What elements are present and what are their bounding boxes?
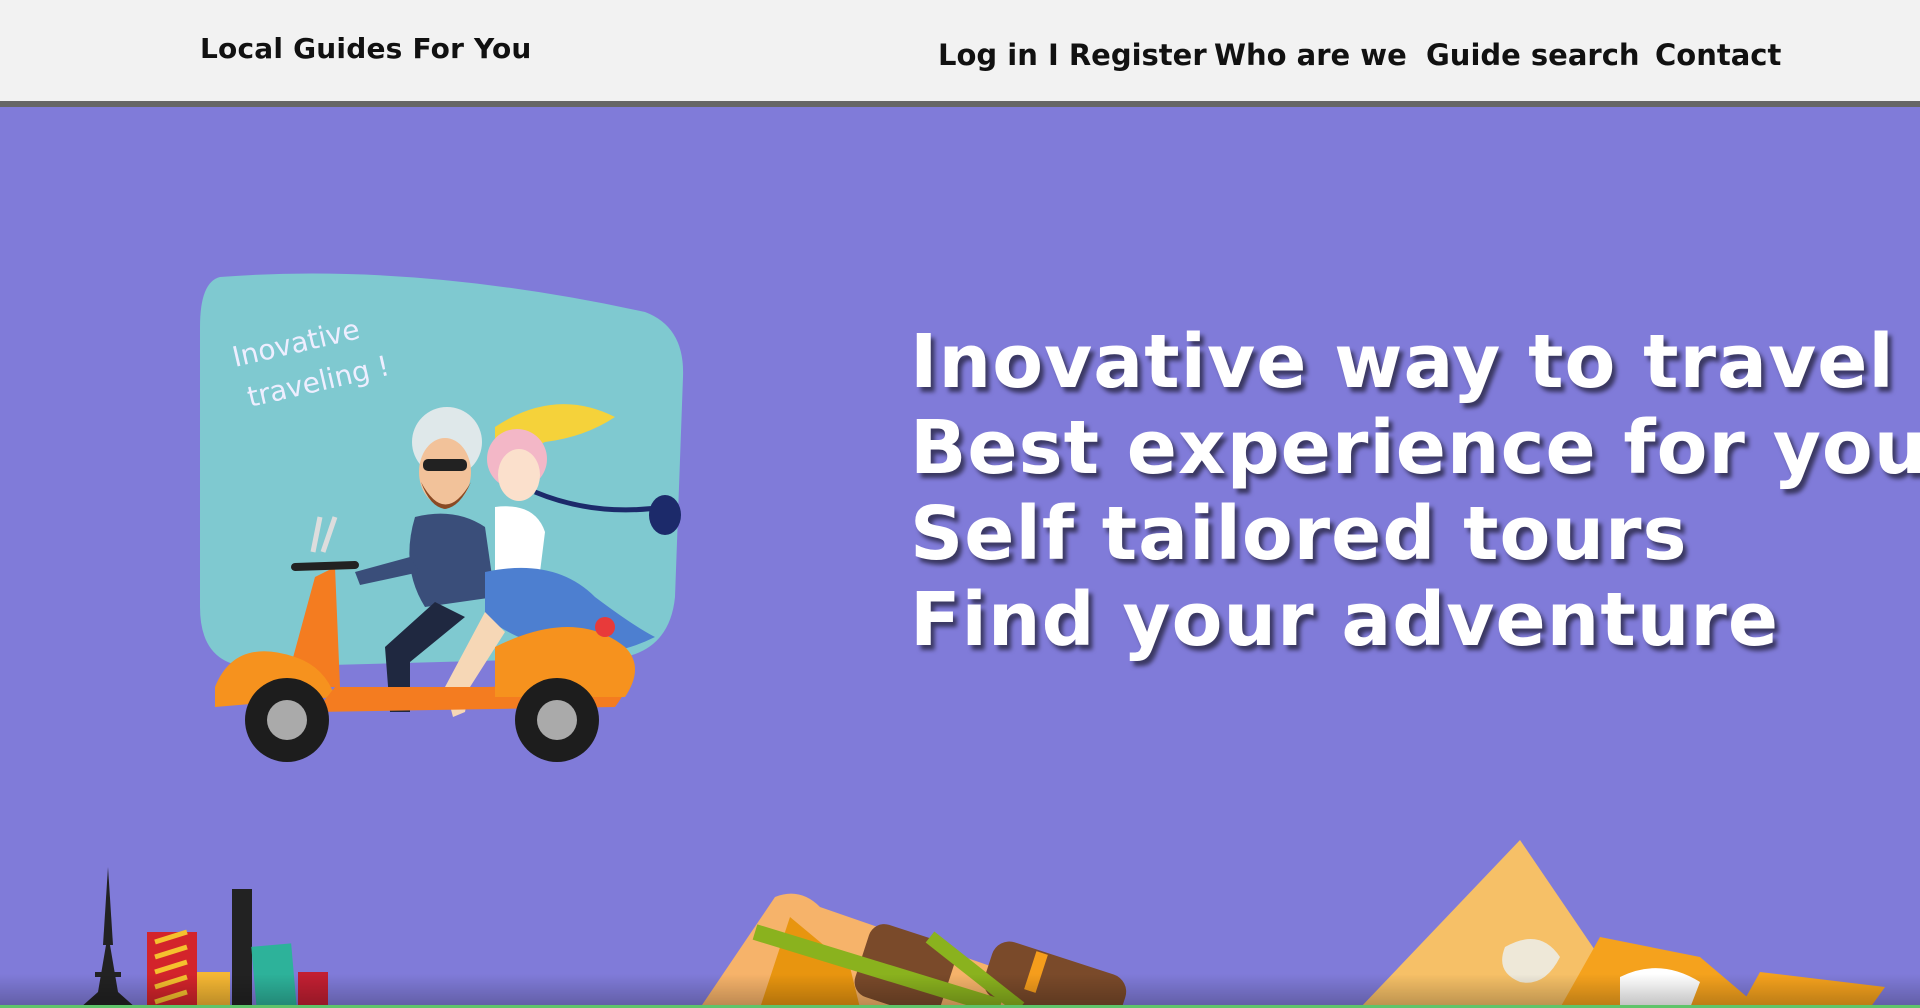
nav-who-are-we[interactable]: Who are we — [1214, 38, 1407, 72]
scooter-handlebar — [291, 561, 359, 571]
nav-login-register[interactable]: Log in I Register — [938, 38, 1207, 72]
hero-section: Inovative traveling ! Inovative way to t… — [0, 107, 1920, 1008]
man-glasses — [423, 459, 467, 471]
bag-shape — [649, 495, 681, 535]
top-header: Local Guides For You Log in I Register W… — [0, 0, 1920, 107]
rear-wheel-hub — [537, 700, 577, 740]
scooter-couple-illustration: Inovative traveling ! — [200, 273, 684, 762]
bottom-travel-illustrations — [80, 840, 1885, 1008]
scooter-taillight — [595, 617, 615, 637]
man-body — [409, 513, 495, 607]
site-logo-text[interactable]: Local Guides For You — [200, 32, 532, 65]
woman-face — [498, 449, 540, 501]
tagline-2: Best experience for you — [910, 405, 1920, 491]
bottom-shadow-fade — [0, 974, 1920, 1008]
nav-contact[interactable]: Contact — [1655, 38, 1781, 72]
tagline-4: Find your adventure — [910, 577, 1780, 663]
front-wheel-hub — [267, 700, 307, 740]
tagline-1: Inovative way to travel — [910, 319, 1895, 405]
hero-taglines: Inovative way to travel Best experience … — [910, 319, 1920, 663]
nav-guide-search[interactable]: Guide search — [1426, 38, 1640, 72]
tagline-3: Self tailored tours — [910, 491, 1688, 577]
